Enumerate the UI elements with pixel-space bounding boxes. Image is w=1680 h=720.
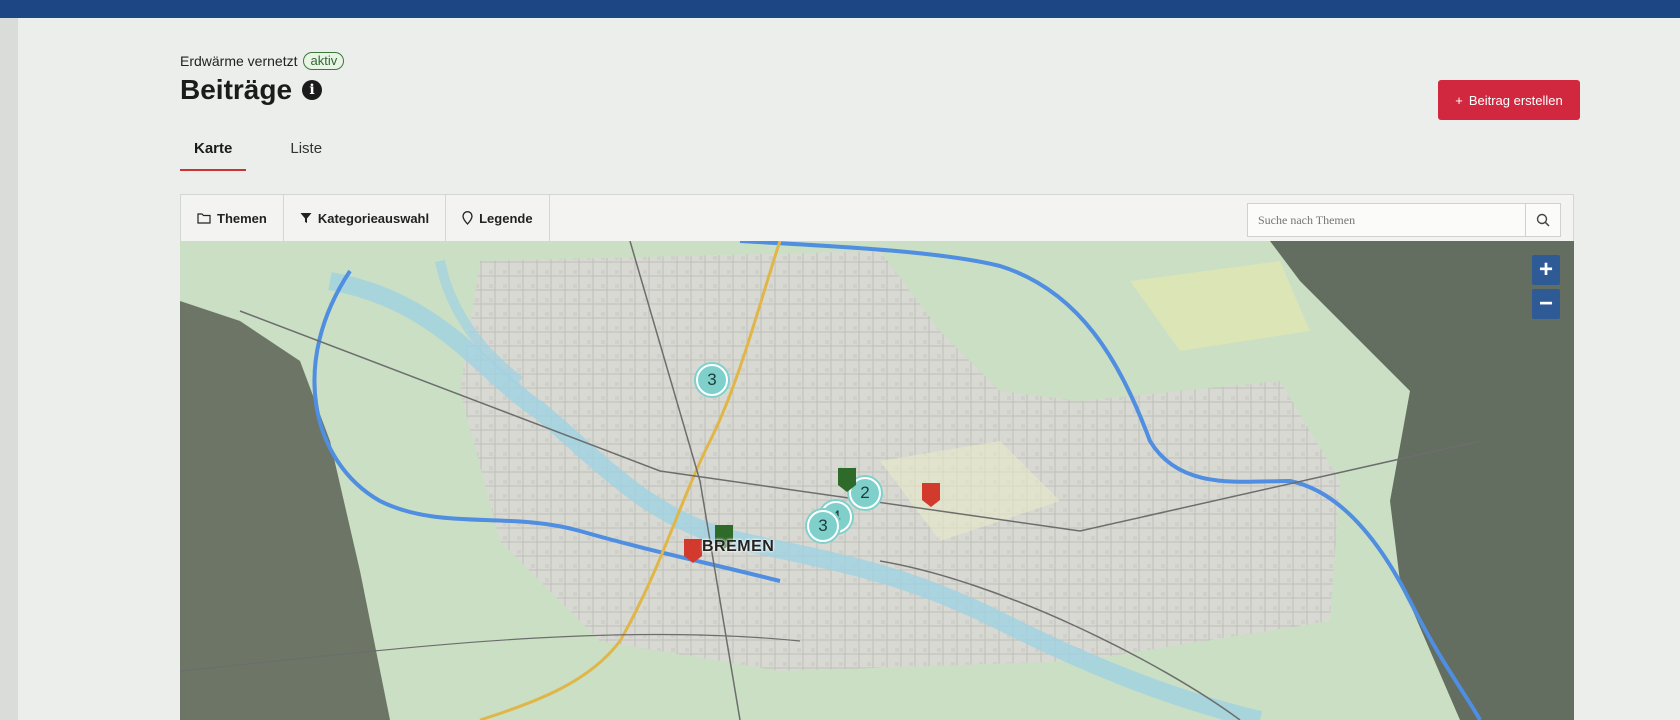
- page-title: Beiträge: [180, 74, 293, 105]
- map-cluster-marker[interactable]: 3: [696, 364, 728, 396]
- map-view[interactable]: + − 3 2 4 3 BREMEN: [180, 241, 1574, 720]
- zoom-out-button[interactable]: −: [1532, 289, 1560, 319]
- filter-icon: [300, 213, 312, 223]
- view-tabs: Karte Liste: [180, 140, 336, 171]
- tab-karte[interactable]: Karte: [180, 140, 247, 171]
- legend-label: Legende: [479, 210, 533, 226]
- search-button[interactable]: [1525, 204, 1560, 236]
- themes-label: Themen: [217, 210, 267, 226]
- green-map-pin-icon[interactable]: [837, 467, 857, 493]
- tab-liste[interactable]: Liste: [276, 140, 336, 171]
- category-filter-label: Kategorieauswahl: [317, 210, 430, 226]
- search-icon: [1536, 213, 1550, 227]
- map-background: [180, 241, 1574, 720]
- top-bar: [0, 0, 1680, 18]
- zoom-in-button[interactable]: +: [1532, 255, 1560, 285]
- map-toolbar: Themen Kategorieauswahl Legende: [180, 194, 1574, 242]
- category-filter-button[interactable]: Kategorieauswahl: [284, 195, 447, 241]
- create-post-label: Beitrag erstellen: [1468, 92, 1563, 108]
- map-cluster-marker[interactable]: 3: [807, 510, 839, 542]
- themes-button[interactable]: Themen: [181, 195, 284, 241]
- info-icon[interactable]: i: [302, 80, 323, 100]
- city-label: BREMEN: [702, 538, 775, 555]
- red-map-pin-icon[interactable]: [921, 482, 941, 508]
- legend-button[interactable]: Legende: [446, 195, 550, 241]
- project-name: Erdwärme vernetzt: [180, 53, 298, 69]
- search-input[interactable]: [1248, 204, 1525, 236]
- map-pin-icon: [462, 211, 473, 225]
- status-badge: aktiv: [303, 52, 345, 70]
- title-row: Beiträge i: [180, 74, 323, 106]
- create-post-button[interactable]: + Beitrag erstellen: [1438, 80, 1580, 120]
- red-map-pin-icon[interactable]: [683, 538, 703, 564]
- folder-icon: [197, 213, 211, 224]
- project-header: Erdwärme vernetzt aktiv: [180, 52, 345, 70]
- topic-search: [1247, 203, 1561, 237]
- plus-icon: +: [1455, 92, 1463, 108]
